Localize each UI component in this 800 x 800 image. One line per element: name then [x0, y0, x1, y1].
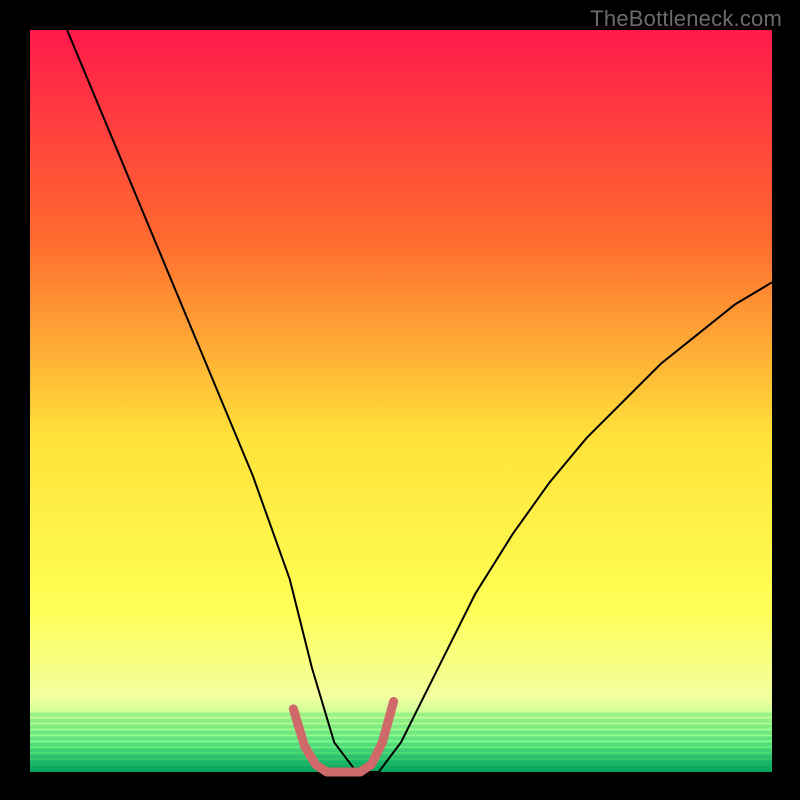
watermark-label: TheBottleneck.com	[590, 6, 782, 32]
bottleneck-chart	[0, 0, 800, 800]
chart-frame: TheBottleneck.com	[0, 0, 800, 800]
plot-background	[30, 30, 772, 772]
